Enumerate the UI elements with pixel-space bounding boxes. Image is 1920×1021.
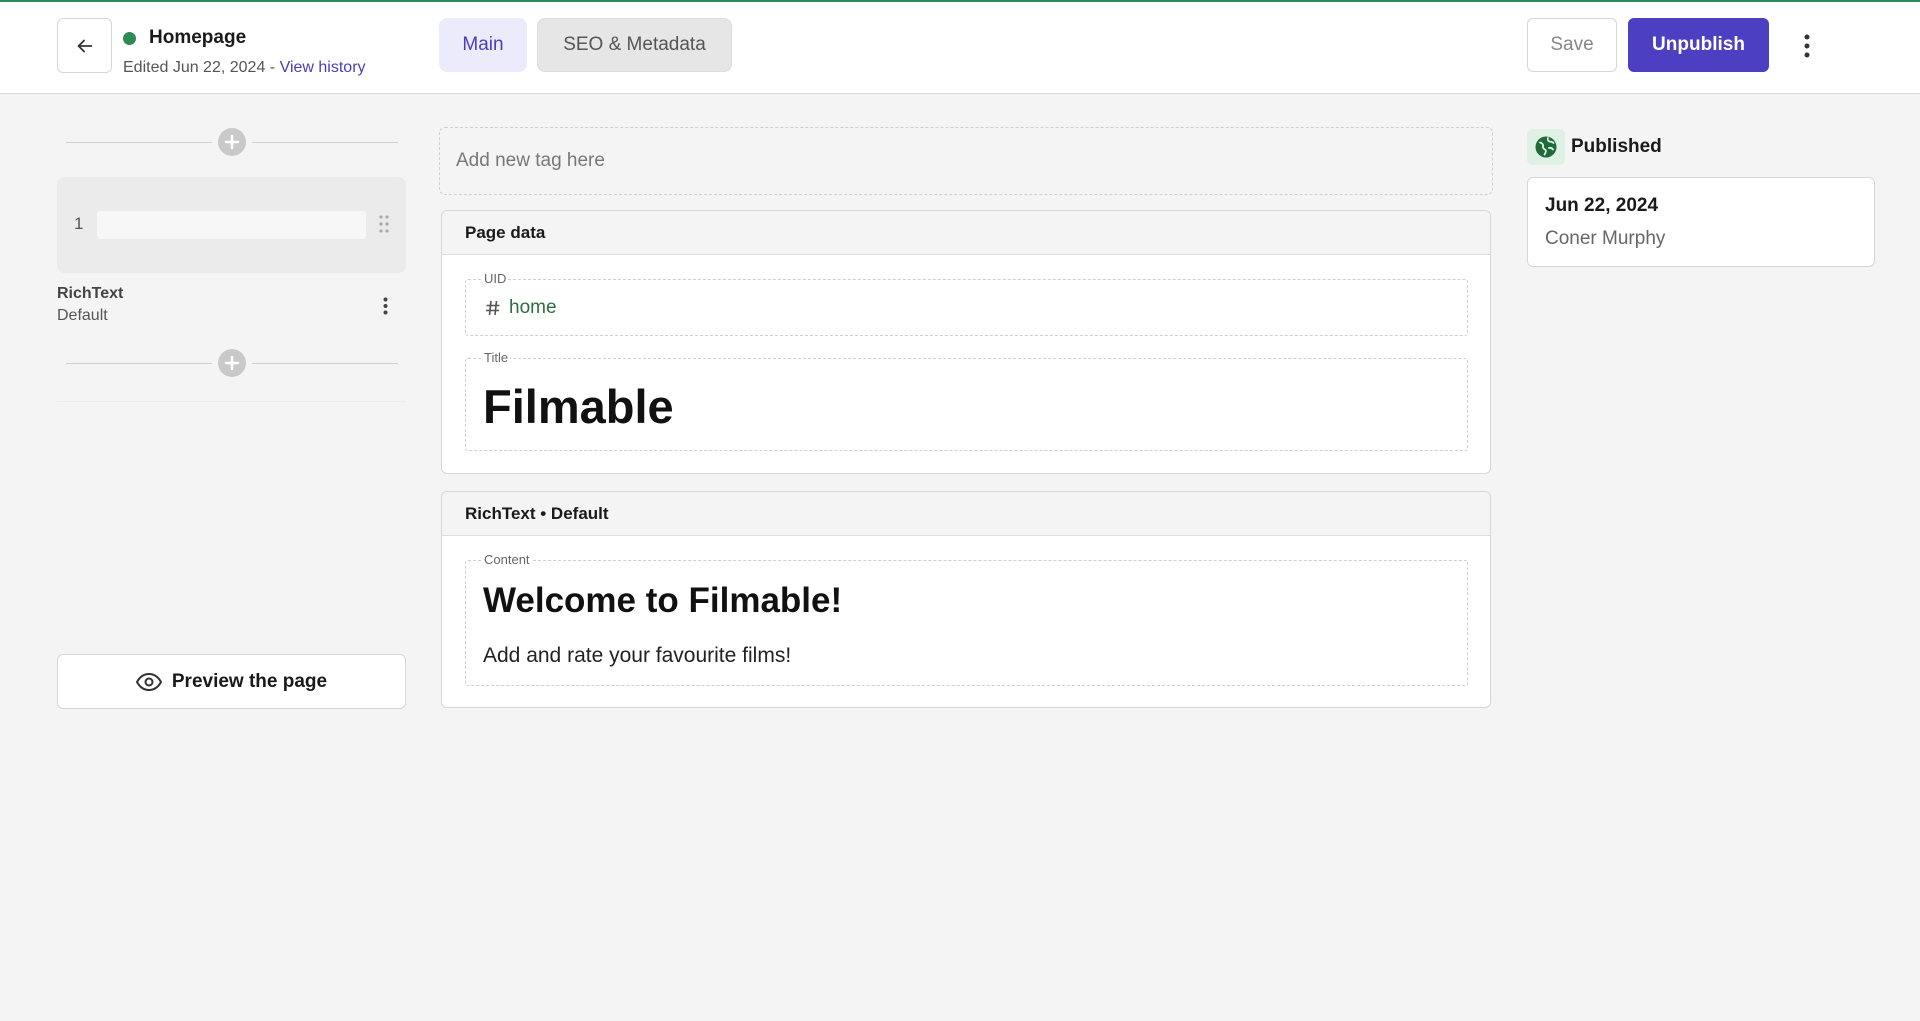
more-vertical-icon <box>383 297 387 315</box>
content-label: Content <box>482 552 532 567</box>
add-slice-button-bottom[interactable] <box>218 349 246 377</box>
more-options-button[interactable] <box>1794 28 1820 64</box>
divider <box>252 362 398 364</box>
page-title: Homepage <box>149 27 247 48</box>
publish-user: Coner Murphy <box>1545 228 1666 249</box>
hash-icon <box>486 300 500 316</box>
slice-thumbnail <box>97 211 366 239</box>
tab-seo-metadata[interactable]: SEO & Metadata <box>537 18 732 72</box>
uid-label: UID <box>482 271 509 286</box>
divider <box>252 141 398 143</box>
slice-variation: Default <box>57 307 108 324</box>
preview-label: Preview the page <box>171 670 328 692</box>
uid-value: home <box>509 297 557 318</box>
globe-icon <box>1527 129 1565 165</box>
edited-info: Edited Jun 22, 2024 - View history <box>123 59 366 77</box>
more-vertical-icon <box>1804 34 1810 58</box>
slice-card[interactable]: 1 <box>57 177 406 273</box>
tab-main[interactable]: Main <box>439 18 527 72</box>
slice-title: RichText <box>57 285 124 302</box>
editor-header: Homepage Edited Jun 22, 2024 - View hist… <box>0 2 1920 94</box>
content-paragraph: Add and rate your favourite films! <box>483 644 792 667</box>
unpublish-button[interactable]: Unpublish <box>1628 18 1769 72</box>
plus-icon <box>224 134 240 150</box>
content-heading: Welcome to Filmable! <box>483 581 843 620</box>
publish-status: Published <box>1571 136 1662 157</box>
arrow-left-icon <box>77 39 92 52</box>
add-tag-input[interactable]: Add new tag here <box>439 127 1493 195</box>
add-slice-bottom <box>66 348 398 378</box>
save-button[interactable]: Save <box>1527 18 1617 72</box>
title-label: Title <box>482 350 511 365</box>
richtext-panel: RichText • Default Content Welcome to Fi… <box>441 491 1491 708</box>
publish-info-card: Jun 22, 2024 Coner Murphy <box>1527 177 1875 267</box>
title-value: Filmable <box>483 380 674 433</box>
back-button[interactable] <box>57 18 112 73</box>
divider <box>66 362 212 364</box>
slice-number: 1 <box>74 214 84 233</box>
title-field[interactable]: Title Filmable <box>465 350 1468 451</box>
publish-date: Jun 22, 2024 <box>1545 195 1659 216</box>
page-data-panel: Page data UID home Title Filmable <box>441 210 1491 474</box>
add-slice-top <box>66 127 398 157</box>
richtext-heading: RichText • Default <box>442 492 1490 536</box>
content-field[interactable]: Content Welcome to Filmable! Add and rat… <box>465 552 1468 686</box>
published-status-dot <box>123 32 136 45</box>
view-history-link[interactable]: View history <box>280 59 366 76</box>
preview-page-button[interactable]: Preview the page <box>57 654 406 709</box>
plus-icon <box>224 355 240 371</box>
eye-icon <box>135 672 162 691</box>
page-data-heading: Page data <box>442 211 1490 255</box>
edited-text: Edited Jun 22, 2024 - <box>123 59 280 76</box>
slice-menu-button[interactable] <box>378 294 392 318</box>
divider <box>66 141 212 143</box>
add-slice-button-top[interactable] <box>218 128 246 156</box>
uid-field[interactable]: UID home <box>465 271 1468 336</box>
drag-handle-icon[interactable] <box>377 213 391 235</box>
divider <box>57 401 406 402</box>
uid-value-row: home <box>485 297 557 319</box>
